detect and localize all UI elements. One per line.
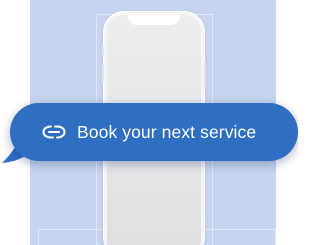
phone-notch [128,15,180,25]
book-service-button[interactable]: Book your next service [10,103,298,161]
link-icon [42,125,66,139]
book-service-label: Book your next service [77,121,257,142]
phone-side-button [102,46,104,56]
promo-graphic: Book your next service [0,0,298,245]
phone-side-button [204,62,206,88]
phone-side-button [102,64,104,82]
